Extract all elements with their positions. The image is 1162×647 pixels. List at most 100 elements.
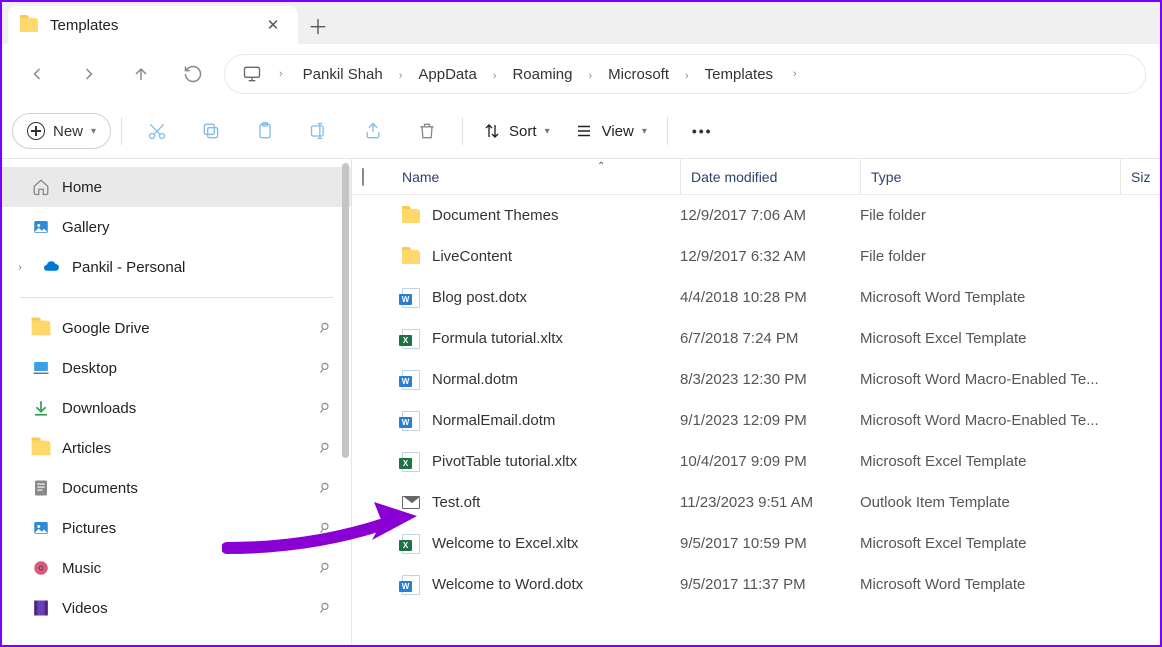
chevron-down-icon: ▾ [91, 126, 96, 137]
pin-icon: ⚲ [316, 319, 333, 338]
folder-icon [20, 18, 38, 32]
address-bar[interactable]: › Pankil Shah›AppData›Roaming›Microsoft›… [224, 54, 1146, 94]
sidebar-item-label: Articles [62, 440, 111, 457]
sidebar-item-documents[interactable]: Documents⚲ [2, 468, 351, 508]
file-row[interactable]: Document Themes12/9/2017 7:06 AMFile fol… [352, 195, 1160, 236]
chevron-right-icon: › [584, 70, 596, 82]
breadcrumb-segment[interactable]: AppData [406, 62, 488, 87]
sidebar-item-label: Music [62, 560, 101, 577]
word-icon [402, 411, 420, 431]
pin-icon: ⚲ [316, 439, 333, 458]
file-list: Name ⌃ Date modified Type Siz Document T… [352, 159, 1160, 645]
breadcrumb-segment[interactable]: Pankil Shah [291, 62, 395, 87]
close-tab-button[interactable]: ✕ [260, 12, 286, 38]
pin-icon: ⚲ [316, 559, 333, 578]
paste-button[interactable] [240, 111, 290, 151]
file-row[interactable]: Formula tutorial.xltx6/7/2018 7:24 PMMic… [352, 318, 1160, 359]
file-date: 6/7/2018 7:24 PM [680, 330, 860, 347]
chevron-right-icon: › [489, 70, 501, 82]
breadcrumb-segment[interactable]: Templates [693, 62, 785, 87]
file-row[interactable]: LiveContent12/9/2017 6:32 AMFile folder [352, 236, 1160, 277]
view-label: View [602, 123, 634, 140]
file-row[interactable]: Blog post.dotx 4/4/2018 10:28 PMMicrosoft… [352, 277, 1160, 318]
column-headers[interactable]: Name ⌃ Date modified Type Siz [352, 159, 1160, 195]
sidebar-item-label: Google Drive [62, 320, 150, 337]
sidebar-item-gdrive[interactable]: Google Drive ⚲ [2, 308, 351, 348]
sidebar-item-videos[interactable]: Videos⚲ [2, 588, 351, 628]
sidebar-item-articles[interactable]: Articles ⚲ [2, 428, 351, 468]
command-toolbar: New ▾ Sort ▾ View ▾ ••• [2, 104, 1160, 159]
folder-icon [32, 319, 50, 337]
sidebar: Home Gallery ›Pankil - Personal Google Dri… [2, 159, 352, 645]
view-button[interactable]: View ▾ [564, 111, 657, 151]
refresh-button[interactable] [172, 53, 214, 95]
pin-icon: ⚲ [316, 479, 333, 498]
file-date: 9/1/2023 12:09 PM [680, 412, 860, 429]
word-icon [402, 575, 420, 595]
file-name: LiveContent [432, 248, 512, 265]
forward-button[interactable] [68, 53, 110, 95]
chevron-right-icon[interactable]: › [10, 262, 30, 273]
new-button[interactable]: New ▾ [12, 113, 111, 149]
excel-icon [402, 534, 420, 554]
file-date: 12/9/2017 6:32 AM [680, 248, 860, 265]
file-date: 9/5/2017 11:37 PM [680, 576, 860, 593]
sidebar-item-home[interactable]: Home [2, 167, 351, 207]
rename-button[interactable] [294, 111, 344, 151]
download-icon [32, 399, 50, 417]
share-button[interactable] [348, 111, 398, 151]
sidebar-item-label: Gallery [62, 219, 110, 236]
file-row[interactable]: Test.oft11/23/2023 9:51 AMOutlook Item T… [352, 482, 1160, 523]
file-type: Microsoft Word Macro-Enabled Te... [860, 412, 1120, 429]
copy-button[interactable] [186, 111, 236, 151]
file-row[interactable]: PivotTable tutorial.xltx10/4/2017 9:09 P… [352, 441, 1160, 482]
desktop-icon [32, 359, 50, 377]
select-all-checkbox[interactable] [362, 168, 364, 186]
onedrive-icon [42, 258, 60, 276]
new-button-label: New [53, 123, 83, 140]
sidebar-item-gallery[interactable]: Gallery [2, 207, 351, 247]
col-name[interactable]: Name [402, 169, 680, 185]
sidebar-item-label: Pictures [62, 520, 116, 537]
sidebar-item-downloads[interactable]: Downloads⚲ [2, 388, 351, 428]
folder-icon [402, 206, 420, 226]
chevron-down-icon: ▾ [642, 126, 647, 137]
file-type: Microsoft Excel Template [860, 535, 1120, 552]
chevron-right-icon: › [275, 68, 287, 80]
chevron-down-icon: ▾ [545, 126, 550, 137]
up-button[interactable] [120, 53, 162, 95]
col-size[interactable]: Siz [1120, 159, 1160, 194]
file-name: PivotTable tutorial.xltx [432, 453, 577, 470]
file-date: 4/4/2018 10:28 PM [680, 289, 860, 306]
file-row[interactable]: Welcome to Word.dotx9/5/2017 11:37 PMMic… [352, 564, 1160, 605]
sidebar-item-pictures[interactable]: Pictures⚲ [2, 508, 351, 548]
breadcrumb-segment[interactable]: Roaming [500, 62, 584, 87]
file-row[interactable]: Welcome to Excel.xltx9/5/2017 10:59 PMMi… [352, 523, 1160, 564]
folder-icon [402, 247, 420, 267]
home-icon [32, 178, 50, 196]
sort-button[interactable]: Sort ▾ [473, 111, 560, 151]
cut-button[interactable] [132, 111, 182, 151]
sidebar-divider [20, 297, 333, 298]
sidebar-item-desktop[interactable]: Desktop⚲ [2, 348, 351, 388]
new-tab-button[interactable]: ＋ [298, 6, 338, 44]
file-row[interactable]: Normal.dotm8/3/2023 12:30 PMMicrosoft Wo… [352, 359, 1160, 400]
breadcrumb-segment[interactable]: Microsoft [596, 62, 681, 87]
pin-icon: ⚲ [316, 399, 333, 418]
col-type[interactable]: Type [860, 159, 1120, 194]
sidebar-item-music[interactable]: Music ⚲ [2, 548, 351, 588]
tab-templates[interactable]: Templates ✕ [8, 6, 298, 44]
file-name: Blog post.dotx [432, 289, 527, 306]
chevron-right-icon: › [681, 70, 693, 82]
file-name: Normal.dotm [432, 371, 518, 388]
file-type: Microsoft Excel Template [860, 453, 1120, 470]
col-date[interactable]: Date modified [680, 159, 860, 194]
file-type: Microsoft Word Template [860, 289, 1120, 306]
file-date: 12/9/2017 7:06 AM [680, 207, 860, 224]
back-button[interactable] [16, 53, 58, 95]
more-button[interactable]: ••• [678, 123, 727, 139]
file-name: Test.oft [432, 494, 480, 511]
file-row[interactable]: NormalEmail.dotm9/1/2023 12:09 PMMicroso… [352, 400, 1160, 441]
sidebar-item-onedrive[interactable]: ›Pankil - Personal [2, 247, 351, 287]
delete-button[interactable] [402, 111, 452, 151]
